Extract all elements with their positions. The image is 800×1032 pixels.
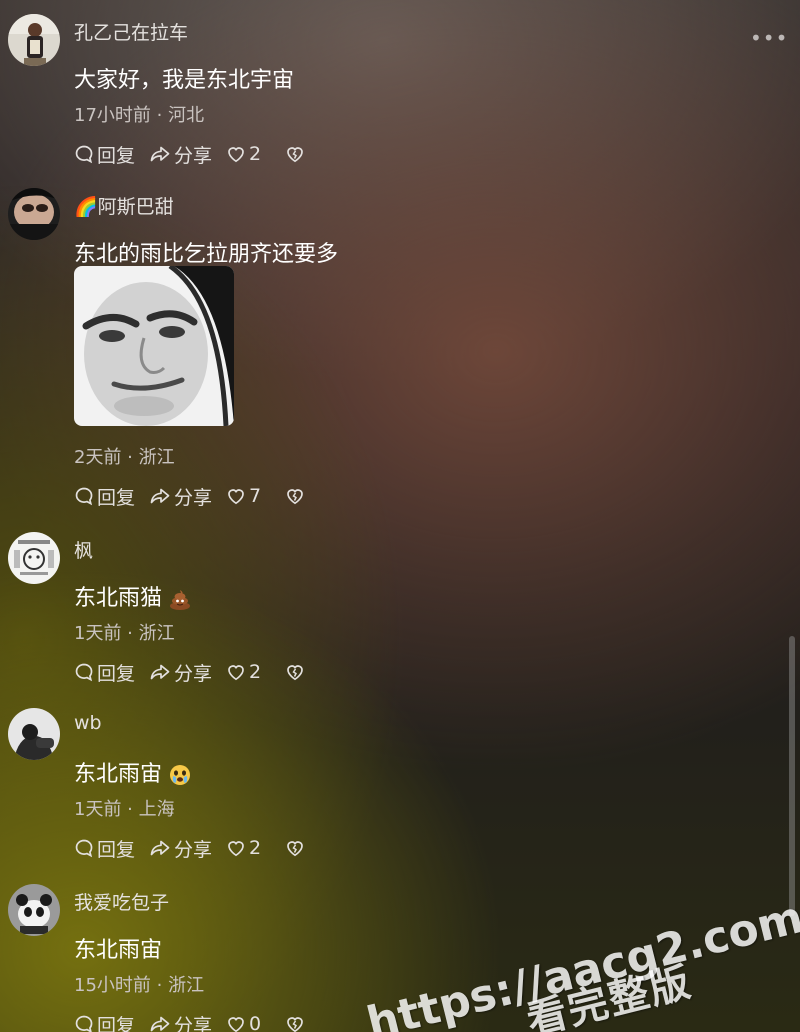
like-button[interactable]: 2 (226, 143, 261, 165)
comment-meta: 2天前 · 浙江 (74, 447, 175, 468)
scrollbar[interactable] (789, 636, 795, 916)
watermark-url: https://aacg2.com (362, 891, 800, 1032)
broken-heart-icon (287, 665, 303, 681)
reply-label: 回复 (97, 662, 136, 685)
share-label: 分享 (174, 144, 213, 167)
comment-actions: 回复 分享 7 (74, 483, 322, 509)
like-count: 7 (249, 485, 262, 507)
share-button[interactable]: 分享 (149, 835, 212, 862)
like-button[interactable]: 0 (226, 1013, 261, 1032)
like-button[interactable]: 7 (226, 485, 261, 507)
reply-button[interactable]: 回复 (74, 483, 135, 510)
reply-icon (75, 1015, 93, 1032)
share-label: 分享 (174, 662, 213, 685)
avatar[interactable] (8, 708, 60, 760)
reply-button[interactable]: 回复 (74, 141, 135, 168)
crying-face-emoji-icon (170, 765, 191, 785)
avatar[interactable] (8, 188, 60, 240)
reply-button[interactable]: 回复 (74, 659, 135, 686)
heart-icon (228, 147, 244, 163)
reply-icon (75, 487, 93, 506)
comment-actions: 回复 分享 2 (74, 659, 322, 685)
broken-heart-icon (287, 841, 303, 857)
username[interactable]: 枫 (74, 536, 93, 563)
comment-meta: 17小时前 · 河北 (74, 105, 205, 126)
comment-actions: 回复 分享 2 (74, 835, 322, 861)
share-label: 分享 (174, 838, 213, 861)
heart-icon (228, 841, 244, 857)
comment-text: 大家好，我是东北宇宙 (74, 68, 295, 93)
comment-meta: 15小时前 · 浙江 (74, 975, 205, 996)
comment-text: 东北的雨比乞拉朋齐还要多 (74, 242, 339, 267)
share-icon (150, 840, 170, 856)
username[interactable]: 🌈阿斯巴甜 (74, 192, 174, 219)
reply-label: 回复 (97, 144, 136, 167)
reply-button[interactable]: 回复 (74, 835, 135, 862)
dislike-button[interactable] (285, 144, 308, 164)
comment-text-content: 东北雨猫 (74, 586, 163, 611)
heart-icon (228, 665, 244, 681)
like-button[interactable]: 2 (226, 837, 261, 859)
watermark-subtitle: 看完整版 (522, 959, 697, 1032)
like-count: 2 (249, 661, 262, 683)
comment-text-content: 东北雨宙 (74, 762, 163, 787)
reply-button[interactable]: 回复 (74, 1011, 135, 1032)
heart-icon (228, 489, 244, 505)
comment-meta: 1天前 · 浙江 (74, 623, 175, 644)
reply-label: 回复 (97, 1014, 136, 1032)
username[interactable]: 孔乙己在拉车 (74, 18, 188, 45)
comment-actions: 回复 分享 2 (74, 141, 322, 167)
reply-icon (75, 839, 93, 858)
dislike-button[interactable] (285, 486, 308, 506)
share-icon (150, 664, 170, 680)
share-button[interactable]: 分享 (149, 141, 212, 168)
share-button[interactable]: 分享 (149, 659, 212, 686)
reply-label: 回复 (97, 486, 136, 509)
dislike-button[interactable] (285, 838, 308, 858)
username[interactable]: 我爱吃包子 (74, 888, 169, 915)
like-count: 0 (249, 1013, 262, 1032)
avatar[interactable] (8, 14, 60, 66)
comment-actions: 回复 分享 0 (74, 1011, 322, 1032)
comment-meta: 1天前 · 上海 (74, 799, 175, 820)
avatar[interactable] (8, 884, 60, 936)
share-icon (150, 146, 170, 162)
like-button[interactable]: 2 (226, 661, 261, 683)
poop-emoji-icon (170, 590, 191, 610)
share-label: 分享 (174, 486, 213, 509)
meme-sticker-image[interactable] (74, 266, 234, 426)
broken-heart-icon (287, 1017, 303, 1032)
more-options-button[interactable]: ••• (750, 26, 787, 50)
reply-icon (75, 145, 93, 164)
reply-icon (75, 663, 93, 682)
share-icon (150, 1016, 170, 1032)
comment-text: 东北雨猫 (74, 580, 192, 612)
username[interactable]: wb (74, 712, 102, 734)
dislike-button[interactable] (285, 1014, 308, 1032)
like-count: 2 (249, 837, 262, 859)
comment-text: 东北雨宙 (74, 938, 163, 963)
broken-heart-icon (287, 489, 303, 505)
share-button[interactable]: 分享 (149, 1011, 212, 1032)
comment-text: 东北雨宙 (74, 756, 192, 788)
broken-heart-icon (287, 147, 303, 163)
share-label: 分享 (174, 1014, 213, 1032)
avatar[interactable] (8, 532, 60, 584)
share-button[interactable]: 分享 (149, 483, 212, 510)
reply-label: 回复 (97, 838, 136, 861)
like-count: 2 (249, 143, 262, 165)
dislike-button[interactable] (285, 662, 308, 682)
share-icon (150, 488, 170, 504)
heart-icon (228, 1017, 244, 1032)
